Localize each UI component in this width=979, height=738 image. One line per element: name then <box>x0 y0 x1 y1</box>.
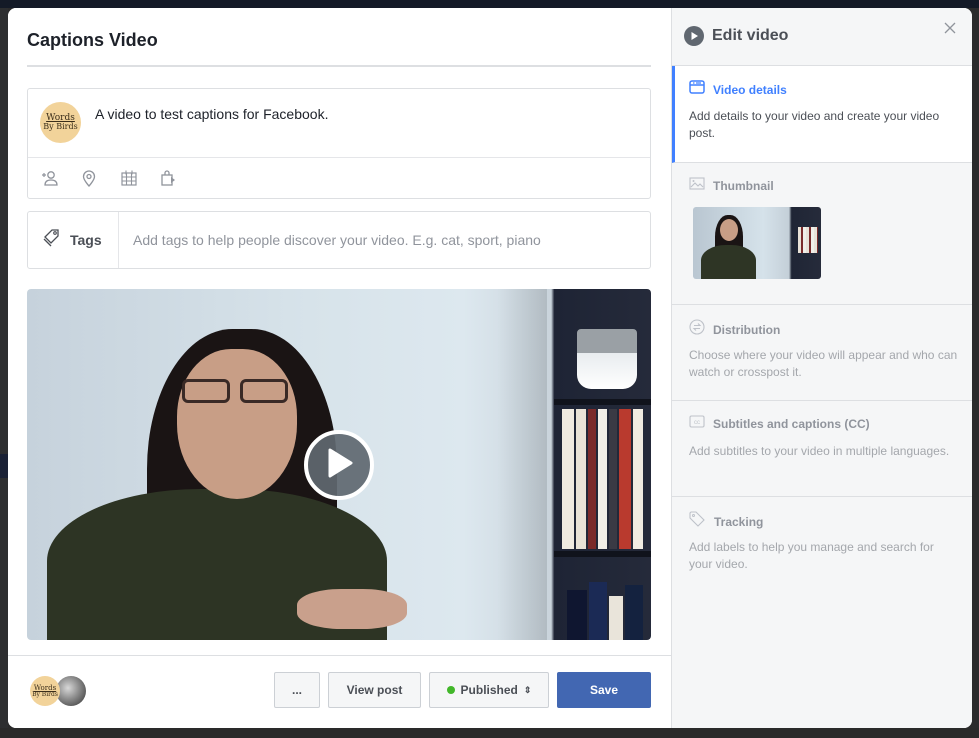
user-avatar <box>56 676 86 706</box>
page-avatar: Words By Birds <box>40 102 81 143</box>
post-text-input[interactable]: A video to test captions for Facebook. <box>95 106 328 122</box>
close-icon[interactable] <box>942 20 958 36</box>
edit-video-dialog: Captions Video Words By Birds A video to… <box>8 8 972 728</box>
section-title: Distribution <box>713 322 781 337</box>
page-avatar-small: Words By Birds <box>30 676 60 706</box>
composer-toolbar <box>40 169 178 187</box>
exchange-arrows-icon <box>689 319 705 340</box>
section-title-row: Tracking <box>689 511 763 532</box>
video-frame-detail <box>297 589 407 629</box>
tags-label: Tags <box>28 212 119 268</box>
title-divider <box>27 65 651 67</box>
tags-label-text: Tags <box>70 232 102 248</box>
section-subtitles-captions[interactable]: cc Subtitles and captions (CC) Add subti… <box>672 401 972 497</box>
video-player[interactable] <box>27 289 651 640</box>
tag-icon <box>42 228 64 253</box>
section-title-row: Thumbnail <box>689 177 774 195</box>
video-frame-detail <box>562 409 651 549</box>
backdrop-footer <box>0 728 979 738</box>
video-frame-detail <box>554 399 651 405</box>
tag-people-icon[interactable] <box>40 169 58 187</box>
cc-icon: cc <box>689 415 705 433</box>
section-title: Subtitles and captions (CC) <box>713 417 870 431</box>
video-thumbnail[interactable] <box>693 207 821 279</box>
video-frame-detail <box>497 289 547 640</box>
avatar-logo-subtext: By Birds <box>32 690 58 698</box>
section-description: Add details to your video and create you… <box>689 109 940 140</box>
backdrop-page <box>0 8 8 738</box>
save-button[interactable]: Save <box>557 672 651 708</box>
play-icon <box>324 447 354 484</box>
publish-status-label: Published <box>460 683 518 697</box>
more-options-button[interactable]: ... <box>274 672 320 708</box>
panel-title: Edit video <box>712 27 789 44</box>
section-tracking[interactable]: Tracking Add labels to help you manage a… <box>672 497 972 593</box>
section-description: Add subtitles to your video in multiple … <box>689 444 950 458</box>
section-title-row: Video details <box>689 80 787 99</box>
section-title: Thumbnail <box>713 179 774 193</box>
shopping-bag-icon[interactable] <box>160 169 178 187</box>
section-distribution[interactable]: Distribution Choose where your video wil… <box>672 305 972 401</box>
video-frame-detail <box>182 379 292 405</box>
calendar-icon[interactable] <box>120 169 138 187</box>
image-icon <box>689 177 705 195</box>
section-thumbnail[interactable]: Thumbnail <box>672 163 972 305</box>
footer-divider <box>8 655 671 656</box>
tag-icon <box>689 511 706 532</box>
edit-video-panel: Edit video Video details Add details to … <box>671 8 972 728</box>
video-details-icon <box>689 80 705 99</box>
video-frame-detail <box>554 551 651 557</box>
video-play-icon <box>684 26 704 46</box>
sort-updown-icon: ⇕ <box>523 684 532 695</box>
tags-input[interactable] <box>119 212 650 268</box>
published-status-dot <box>446 686 455 694</box>
dialog-title: Captions Video <box>27 30 158 50</box>
section-title: Tracking <box>714 514 764 529</box>
view-post-button[interactable]: View post <box>328 672 421 708</box>
section-title: Video details <box>713 82 787 97</box>
post-composer: Words By Birds A video to test captions … <box>27 88 651 199</box>
page-and-user-avatars[interactable]: Words By Birds <box>30 676 90 706</box>
video-frame-detail <box>177 349 297 499</box>
post-editor: Captions Video Words By Birds A video to… <box>8 8 671 728</box>
play-button[interactable] <box>304 430 374 500</box>
video-frame-detail <box>567 579 651 640</box>
location-icon[interactable] <box>80 169 98 187</box>
section-description: Choose where your video will appear and … <box>689 348 958 379</box>
section-description: Add labels to help you manage and search… <box>689 540 934 571</box>
section-title-row: Distribution <box>689 319 780 340</box>
panel-header: Edit video <box>684 26 788 46</box>
video-frame-detail <box>577 329 637 389</box>
svg-text:cc: cc <box>694 420 700 426</box>
section-title-row: cc Subtitles and captions (CC) <box>689 415 870 433</box>
publish-status-dropdown[interactable]: Published ⇕ <box>429 672 549 708</box>
tags-field: Tags <box>27 211 651 269</box>
backdrop-band <box>0 454 8 478</box>
section-video-details[interactable]: Video details Add details to your video … <box>672 66 972 163</box>
avatar-logo-subtext: By Birds <box>43 122 78 131</box>
composer-divider <box>28 157 650 158</box>
backdrop-header <box>0 0 979 8</box>
